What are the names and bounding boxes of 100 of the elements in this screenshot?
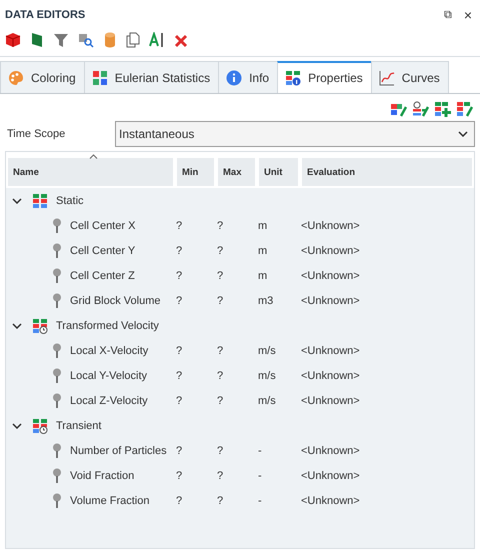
delete-icon[interactable] [174,32,188,48]
tab[interactable]: Eulerian Statistics [84,61,218,93]
unit-cell: m [258,270,268,282]
min-cell: ? [176,270,182,282]
line-chart-icon [378,70,395,86]
min-cell: ? [176,244,182,256]
chevron-down-icon[interactable] [12,322,22,328]
timer-edit-icon[interactable] [412,101,430,117]
grid-clock-icon [32,418,48,434]
close-button[interactable]: × [464,7,472,23]
grid-add-icon[interactable] [434,101,452,117]
property-name: Cell Center X [70,220,136,232]
property-name: Grid Block Volume [70,294,160,306]
evaluation-cell: <Unknown> [301,294,360,306]
pin-icon [52,242,62,258]
evaluation-cell: <Unknown> [301,344,360,356]
max-cell: ? [217,444,224,456]
grid-icon [92,70,108,86]
tab[interactable]: Properties [277,61,371,93]
column-header[interactable]: Min [177,158,214,186]
pin-icon [52,392,62,408]
sort-caret-icon [89,154,98,159]
column-header[interactable]: Name [8,158,173,186]
property-name: Void Fraction [70,470,134,482]
evaluation-cell: <Unknown> [301,370,360,382]
min-cell: ? [176,344,182,356]
tab[interactable]: Curves [370,61,448,93]
unit-cell: m [258,220,268,232]
panel-title: DATA EDITORS [5,9,86,21]
property-name: Cell Center Z [70,270,135,282]
property-name: Number of Particles [70,444,167,456]
chevron-down-icon [458,131,468,137]
chevron-down-icon[interactable] [12,422,22,428]
cube-edit-icon[interactable] [390,101,408,117]
evaluation-cell: <Unknown> [301,444,360,456]
pin-icon [52,342,62,358]
grid-edit-icon[interactable] [456,101,474,117]
max-cell: ? [217,344,224,356]
tab[interactable]: Coloring [0,61,84,93]
column-header[interactable]: Evaluation [302,158,472,186]
unit-cell: m/s [258,394,276,406]
pin-icon [52,442,62,458]
column-header[interactable]: Max [218,158,255,186]
property-name: Local Z-Velocity [70,394,148,406]
unit-cell: - [258,494,262,506]
max-cell: ? [217,470,224,482]
min-cell: ? [176,470,182,482]
time-scope-label: Time Scope [7,128,66,140]
property-name: Volume Fraction [70,494,150,506]
cube-icon[interactable] [5,32,21,48]
pin-icon [52,218,62,234]
unit-cell: - [258,444,262,456]
copy-icon[interactable] [126,32,140,48]
filter-icon[interactable] [53,32,69,48]
min-cell: ? [176,370,182,382]
min-cell: ? [176,220,182,232]
evaluation-cell: <Unknown> [301,494,360,506]
group-name: Transformed Velocity [56,320,159,332]
text-cursor-icon[interactable] [149,32,165,48]
max-cell: ? [217,244,224,256]
unit-cell: m/s [258,370,276,382]
group-name: Static [56,194,84,206]
min-cell: ? [176,394,182,406]
search-icon[interactable] [78,32,94,48]
time-scope-dropdown[interactable]: Instantaneous [115,121,475,147]
evaluation-cell: <Unknown> [301,470,360,482]
unit-cell: - [258,470,262,482]
max-cell: ? [217,270,224,282]
max-cell: ? [217,294,224,306]
flag-icon[interactable] [30,32,44,48]
grid-info-icon [285,70,302,86]
column-header[interactable]: Unit [259,158,298,186]
property-name: Local Y-Velocity [70,370,148,382]
min-cell: ? [176,494,182,506]
unit-cell: m [258,244,268,256]
max-cell: ? [217,494,224,506]
info-icon [226,70,242,86]
evaluation-cell: <Unknown> [301,220,360,232]
max-cell: ? [217,394,224,406]
unit-cell: m/s [258,344,276,356]
unit-cell: m3 [258,294,274,306]
property-name: Cell Center Y [70,244,136,256]
property-name: Local X-Velocity [70,344,148,356]
palette-icon [8,70,24,86]
tab[interactable]: Info [218,61,278,93]
restore-button[interactable]: ⧉ [444,9,452,21]
pin-icon [52,468,62,484]
max-cell: ? [217,220,224,232]
max-cell: ? [217,370,224,382]
evaluation-cell: <Unknown> [301,394,360,406]
group-name: Transient [56,420,102,432]
evaluation-cell: <Unknown> [301,244,360,256]
pin-icon [52,292,62,308]
pin-icon [52,368,62,384]
evaluation-cell: <Unknown> [301,270,360,282]
grid-clock-icon [32,318,48,334]
chevron-down-icon[interactable] [12,198,22,204]
grid-icon [32,192,48,208]
min-cell: ? [176,444,182,456]
pin-icon [52,268,62,284]
